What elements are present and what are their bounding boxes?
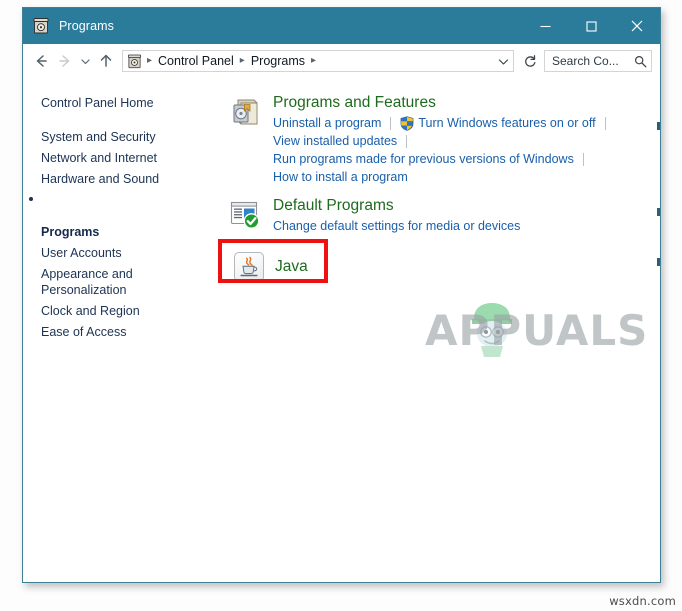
minimize-button[interactable] xyxy=(522,8,568,44)
category-body: Programs and Features Uninstall a progra… xyxy=(273,93,660,186)
scroll-marker xyxy=(657,122,660,130)
sidebar-item-label: Programs xyxy=(41,225,100,239)
source-credit: wsxdn.com xyxy=(609,594,676,608)
sidebar-item-control-panel-home[interactable]: Control Panel Home xyxy=(23,93,225,113)
window-body: Control Panel Home System and Security N… xyxy=(23,78,660,582)
window-title: Programs xyxy=(59,19,114,33)
search-input-value: Search Co... xyxy=(552,54,619,68)
link-row: Run programs made for previous versions … xyxy=(273,150,660,168)
search-icon xyxy=(634,55,647,68)
shield-icon xyxy=(400,115,414,131)
window-controls xyxy=(522,8,660,44)
divider xyxy=(406,134,408,148)
java-label[interactable]: Java xyxy=(275,258,308,276)
breadcrumb-separator: ▸ xyxy=(239,55,245,66)
link-how-to-install-a-program[interactable]: How to install a program xyxy=(273,168,408,186)
scroll-marker xyxy=(657,208,660,216)
link-row: How to install a program xyxy=(273,168,660,186)
divider xyxy=(390,116,392,130)
category-title[interactable]: Default Programs xyxy=(273,196,660,216)
divider xyxy=(582,152,584,166)
link-row: Uninstall a program Turn Windows feature… xyxy=(273,114,660,132)
sidebar-item-system-and-security[interactable]: System and Security xyxy=(23,127,225,147)
refresh-button[interactable] xyxy=(519,50,540,72)
forward-button[interactable] xyxy=(53,49,77,73)
recent-locations-button[interactable] xyxy=(77,49,94,73)
breadcrumb[interactable]: ▸ Control Panel ▸ Programs ▸ xyxy=(122,50,514,72)
link-uninstall-a-program[interactable]: Uninstall a program xyxy=(273,114,381,132)
close-button[interactable] xyxy=(614,8,660,44)
sidebar-item-hardware-and-sound[interactable]: Hardware and Sound xyxy=(23,169,225,189)
category-default-programs: Default Programs Change default settings… xyxy=(225,196,660,235)
up-button[interactable] xyxy=(94,49,118,73)
control-panel-window: Programs ▸ Control Panel ▸ Programs ▸ Se… xyxy=(22,7,661,583)
chevron-down-icon[interactable] xyxy=(493,51,513,71)
link-row: Change default settings for media or dev… xyxy=(273,217,660,235)
window-title-bar: Programs xyxy=(23,8,660,44)
java-coffee-cup-icon xyxy=(234,252,264,282)
breadcrumb-separator: ▸ xyxy=(147,55,153,66)
maximize-button[interactable] xyxy=(568,8,614,44)
breadcrumb-item-programs[interactable]: Programs xyxy=(250,54,306,68)
link-turn-windows-features-on-or-off[interactable]: Turn Windows features on or off xyxy=(418,114,595,132)
programs-and-features-icon xyxy=(229,95,261,127)
back-button[interactable] xyxy=(29,49,53,73)
current-item-bullet xyxy=(29,197,33,201)
category-body: Default Programs Change default settings… xyxy=(273,196,660,235)
address-bar: ▸ Control Panel ▸ Programs ▸ Search Co..… xyxy=(23,44,660,78)
page-backdrop: Programs ▸ Control Panel ▸ Programs ▸ Se… xyxy=(0,0,682,611)
sidebar-item-ease-of-access[interactable]: Ease of Access xyxy=(23,322,225,342)
breadcrumb-separator-trailing: ▸ xyxy=(311,55,317,66)
scrollbar[interactable] xyxy=(656,78,660,582)
category-programs-and-features: Programs and Features Uninstall a progra… xyxy=(225,93,660,186)
category-title[interactable]: Programs and Features xyxy=(273,93,660,113)
divider xyxy=(604,116,606,130)
control-panel-icon xyxy=(127,54,142,69)
control-panel-icon xyxy=(32,17,50,35)
link-view-installed-updates[interactable]: View installed updates xyxy=(273,132,397,150)
sidebar-item-programs[interactable]: Programs xyxy=(23,190,225,242)
scroll-marker xyxy=(657,258,660,266)
default-programs-icon xyxy=(229,198,261,230)
link-run-programs-previous-versions[interactable]: Run programs made for previous versions … xyxy=(273,150,574,168)
watermark-text: APPUALS xyxy=(425,306,649,355)
sidebar-item-user-accounts[interactable]: User Accounts xyxy=(23,243,225,263)
sidebar-item-network-and-internet[interactable]: Network and Internet xyxy=(23,148,225,168)
link-row: View installed updates xyxy=(273,132,660,150)
search-input[interactable]: Search Co... xyxy=(544,50,652,72)
sidebar-item-appearance-and-personalization[interactable]: Appearance and Personalization xyxy=(23,264,225,300)
sidebar: Control Panel Home System and Security N… xyxy=(23,78,225,582)
breadcrumb-item-control-panel[interactable]: Control Panel xyxy=(157,54,235,68)
sidebar-item-clock-and-region[interactable]: Clock and Region xyxy=(23,301,225,321)
link-change-default-settings[interactable]: Change default settings for media or dev… xyxy=(273,217,520,235)
appuals-watermark: APPUALS xyxy=(425,300,660,362)
control-panel-item-java[interactable]: Java xyxy=(218,239,342,289)
appuals-mascot-icon xyxy=(469,300,515,358)
content-pane: Programs and Features Uninstall a progra… xyxy=(218,78,660,582)
